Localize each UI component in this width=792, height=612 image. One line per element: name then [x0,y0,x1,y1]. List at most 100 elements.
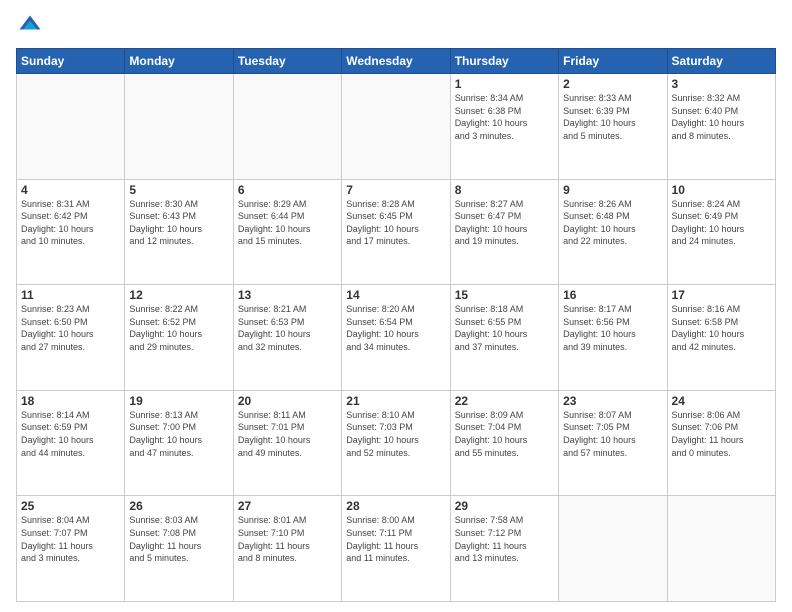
calendar-cell: 2Sunrise: 8:33 AM Sunset: 6:39 PM Daylig… [559,74,667,180]
calendar-cell: 19Sunrise: 8:13 AM Sunset: 7:00 PM Dayli… [125,390,233,496]
day-info: Sunrise: 8:10 AM Sunset: 7:03 PM Dayligh… [346,409,445,459]
calendar-table: SundayMondayTuesdayWednesdayThursdayFrid… [16,48,776,602]
header [16,12,776,40]
day-info: Sunrise: 8:21 AM Sunset: 6:53 PM Dayligh… [238,303,337,353]
day-number: 1 [455,77,554,91]
day-info: Sunrise: 8:18 AM Sunset: 6:55 PM Dayligh… [455,303,554,353]
calendar-cell: 29Sunrise: 7:58 AM Sunset: 7:12 PM Dayli… [450,496,558,602]
weekday-saturday: Saturday [667,49,775,74]
day-info: Sunrise: 8:34 AM Sunset: 6:38 PM Dayligh… [455,92,554,142]
day-number: 14 [346,288,445,302]
calendar-cell: 10Sunrise: 8:24 AM Sunset: 6:49 PM Dayli… [667,179,775,285]
calendar-week-row: 18Sunrise: 8:14 AM Sunset: 6:59 PM Dayli… [17,390,776,496]
day-number: 9 [563,183,662,197]
day-info: Sunrise: 8:11 AM Sunset: 7:01 PM Dayligh… [238,409,337,459]
calendar-cell [125,74,233,180]
day-number: 19 [129,394,228,408]
day-info: Sunrise: 8:14 AM Sunset: 6:59 PM Dayligh… [21,409,120,459]
day-number: 12 [129,288,228,302]
page: SundayMondayTuesdayWednesdayThursdayFrid… [0,0,792,612]
calendar-cell: 9Sunrise: 8:26 AM Sunset: 6:48 PM Daylig… [559,179,667,285]
calendar-cell: 8Sunrise: 8:27 AM Sunset: 6:47 PM Daylig… [450,179,558,285]
day-info: Sunrise: 8:31 AM Sunset: 6:42 PM Dayligh… [21,198,120,248]
day-number: 15 [455,288,554,302]
day-info: Sunrise: 8:09 AM Sunset: 7:04 PM Dayligh… [455,409,554,459]
day-info: Sunrise: 8:29 AM Sunset: 6:44 PM Dayligh… [238,198,337,248]
day-number: 13 [238,288,337,302]
day-info: Sunrise: 8:01 AM Sunset: 7:10 PM Dayligh… [238,514,337,564]
calendar-week-row: 4Sunrise: 8:31 AM Sunset: 6:42 PM Daylig… [17,179,776,285]
calendar-cell: 12Sunrise: 8:22 AM Sunset: 6:52 PM Dayli… [125,285,233,391]
logo-icon [16,12,44,40]
calendar-cell: 17Sunrise: 8:16 AM Sunset: 6:58 PM Dayli… [667,285,775,391]
day-number: 24 [672,394,771,408]
day-number: 18 [21,394,120,408]
weekday-friday: Friday [559,49,667,74]
calendar-cell: 4Sunrise: 8:31 AM Sunset: 6:42 PM Daylig… [17,179,125,285]
day-info: Sunrise: 8:26 AM Sunset: 6:48 PM Dayligh… [563,198,662,248]
day-number: 21 [346,394,445,408]
calendar-cell [667,496,775,602]
day-info: Sunrise: 8:17 AM Sunset: 6:56 PM Dayligh… [563,303,662,353]
day-info: Sunrise: 8:22 AM Sunset: 6:52 PM Dayligh… [129,303,228,353]
day-number: 2 [563,77,662,91]
day-number: 23 [563,394,662,408]
day-info: Sunrise: 8:07 AM Sunset: 7:05 PM Dayligh… [563,409,662,459]
calendar-cell: 18Sunrise: 8:14 AM Sunset: 6:59 PM Dayli… [17,390,125,496]
day-info: Sunrise: 8:04 AM Sunset: 7:07 PM Dayligh… [21,514,120,564]
calendar-cell: 25Sunrise: 8:04 AM Sunset: 7:07 PM Dayli… [17,496,125,602]
day-info: Sunrise: 8:24 AM Sunset: 6:49 PM Dayligh… [672,198,771,248]
weekday-thursday: Thursday [450,49,558,74]
day-number: 26 [129,499,228,513]
calendar-cell: 23Sunrise: 8:07 AM Sunset: 7:05 PM Dayli… [559,390,667,496]
day-number: 7 [346,183,445,197]
day-number: 5 [129,183,228,197]
weekday-tuesday: Tuesday [233,49,341,74]
calendar-cell: 27Sunrise: 8:01 AM Sunset: 7:10 PM Dayli… [233,496,341,602]
day-number: 8 [455,183,554,197]
calendar-cell: 14Sunrise: 8:20 AM Sunset: 6:54 PM Dayli… [342,285,450,391]
weekday-header-row: SundayMondayTuesdayWednesdayThursdayFrid… [17,49,776,74]
day-info: Sunrise: 8:13 AM Sunset: 7:00 PM Dayligh… [129,409,228,459]
day-info: Sunrise: 8:23 AM Sunset: 6:50 PM Dayligh… [21,303,120,353]
logo [16,12,48,40]
calendar-cell: 7Sunrise: 8:28 AM Sunset: 6:45 PM Daylig… [342,179,450,285]
day-number: 28 [346,499,445,513]
day-number: 4 [21,183,120,197]
calendar-week-row: 11Sunrise: 8:23 AM Sunset: 6:50 PM Dayli… [17,285,776,391]
calendar-cell [342,74,450,180]
calendar-week-row: 1Sunrise: 8:34 AM Sunset: 6:38 PM Daylig… [17,74,776,180]
day-number: 16 [563,288,662,302]
day-info: Sunrise: 7:58 AM Sunset: 7:12 PM Dayligh… [455,514,554,564]
calendar-cell: 26Sunrise: 8:03 AM Sunset: 7:08 PM Dayli… [125,496,233,602]
day-info: Sunrise: 8:20 AM Sunset: 6:54 PM Dayligh… [346,303,445,353]
day-info: Sunrise: 8:00 AM Sunset: 7:11 PM Dayligh… [346,514,445,564]
calendar-week-row: 25Sunrise: 8:04 AM Sunset: 7:07 PM Dayli… [17,496,776,602]
day-info: Sunrise: 8:06 AM Sunset: 7:06 PM Dayligh… [672,409,771,459]
calendar-cell: 1Sunrise: 8:34 AM Sunset: 6:38 PM Daylig… [450,74,558,180]
calendar-cell: 21Sunrise: 8:10 AM Sunset: 7:03 PM Dayli… [342,390,450,496]
day-number: 10 [672,183,771,197]
calendar-cell: 15Sunrise: 8:18 AM Sunset: 6:55 PM Dayli… [450,285,558,391]
calendar-cell: 13Sunrise: 8:21 AM Sunset: 6:53 PM Dayli… [233,285,341,391]
calendar-cell: 5Sunrise: 8:30 AM Sunset: 6:43 PM Daylig… [125,179,233,285]
day-number: 6 [238,183,337,197]
calendar-cell: 20Sunrise: 8:11 AM Sunset: 7:01 PM Dayli… [233,390,341,496]
day-info: Sunrise: 8:03 AM Sunset: 7:08 PM Dayligh… [129,514,228,564]
day-number: 29 [455,499,554,513]
day-info: Sunrise: 8:33 AM Sunset: 6:39 PM Dayligh… [563,92,662,142]
day-number: 25 [21,499,120,513]
day-number: 17 [672,288,771,302]
calendar-cell: 3Sunrise: 8:32 AM Sunset: 6:40 PM Daylig… [667,74,775,180]
calendar-cell: 6Sunrise: 8:29 AM Sunset: 6:44 PM Daylig… [233,179,341,285]
day-number: 11 [21,288,120,302]
calendar-cell: 24Sunrise: 8:06 AM Sunset: 7:06 PM Dayli… [667,390,775,496]
calendar-cell: 16Sunrise: 8:17 AM Sunset: 6:56 PM Dayli… [559,285,667,391]
weekday-monday: Monday [125,49,233,74]
day-info: Sunrise: 8:32 AM Sunset: 6:40 PM Dayligh… [672,92,771,142]
day-number: 20 [238,394,337,408]
calendar-cell: 11Sunrise: 8:23 AM Sunset: 6:50 PM Dayli… [17,285,125,391]
calendar-cell: 28Sunrise: 8:00 AM Sunset: 7:11 PM Dayli… [342,496,450,602]
weekday-sunday: Sunday [17,49,125,74]
day-info: Sunrise: 8:16 AM Sunset: 6:58 PM Dayligh… [672,303,771,353]
